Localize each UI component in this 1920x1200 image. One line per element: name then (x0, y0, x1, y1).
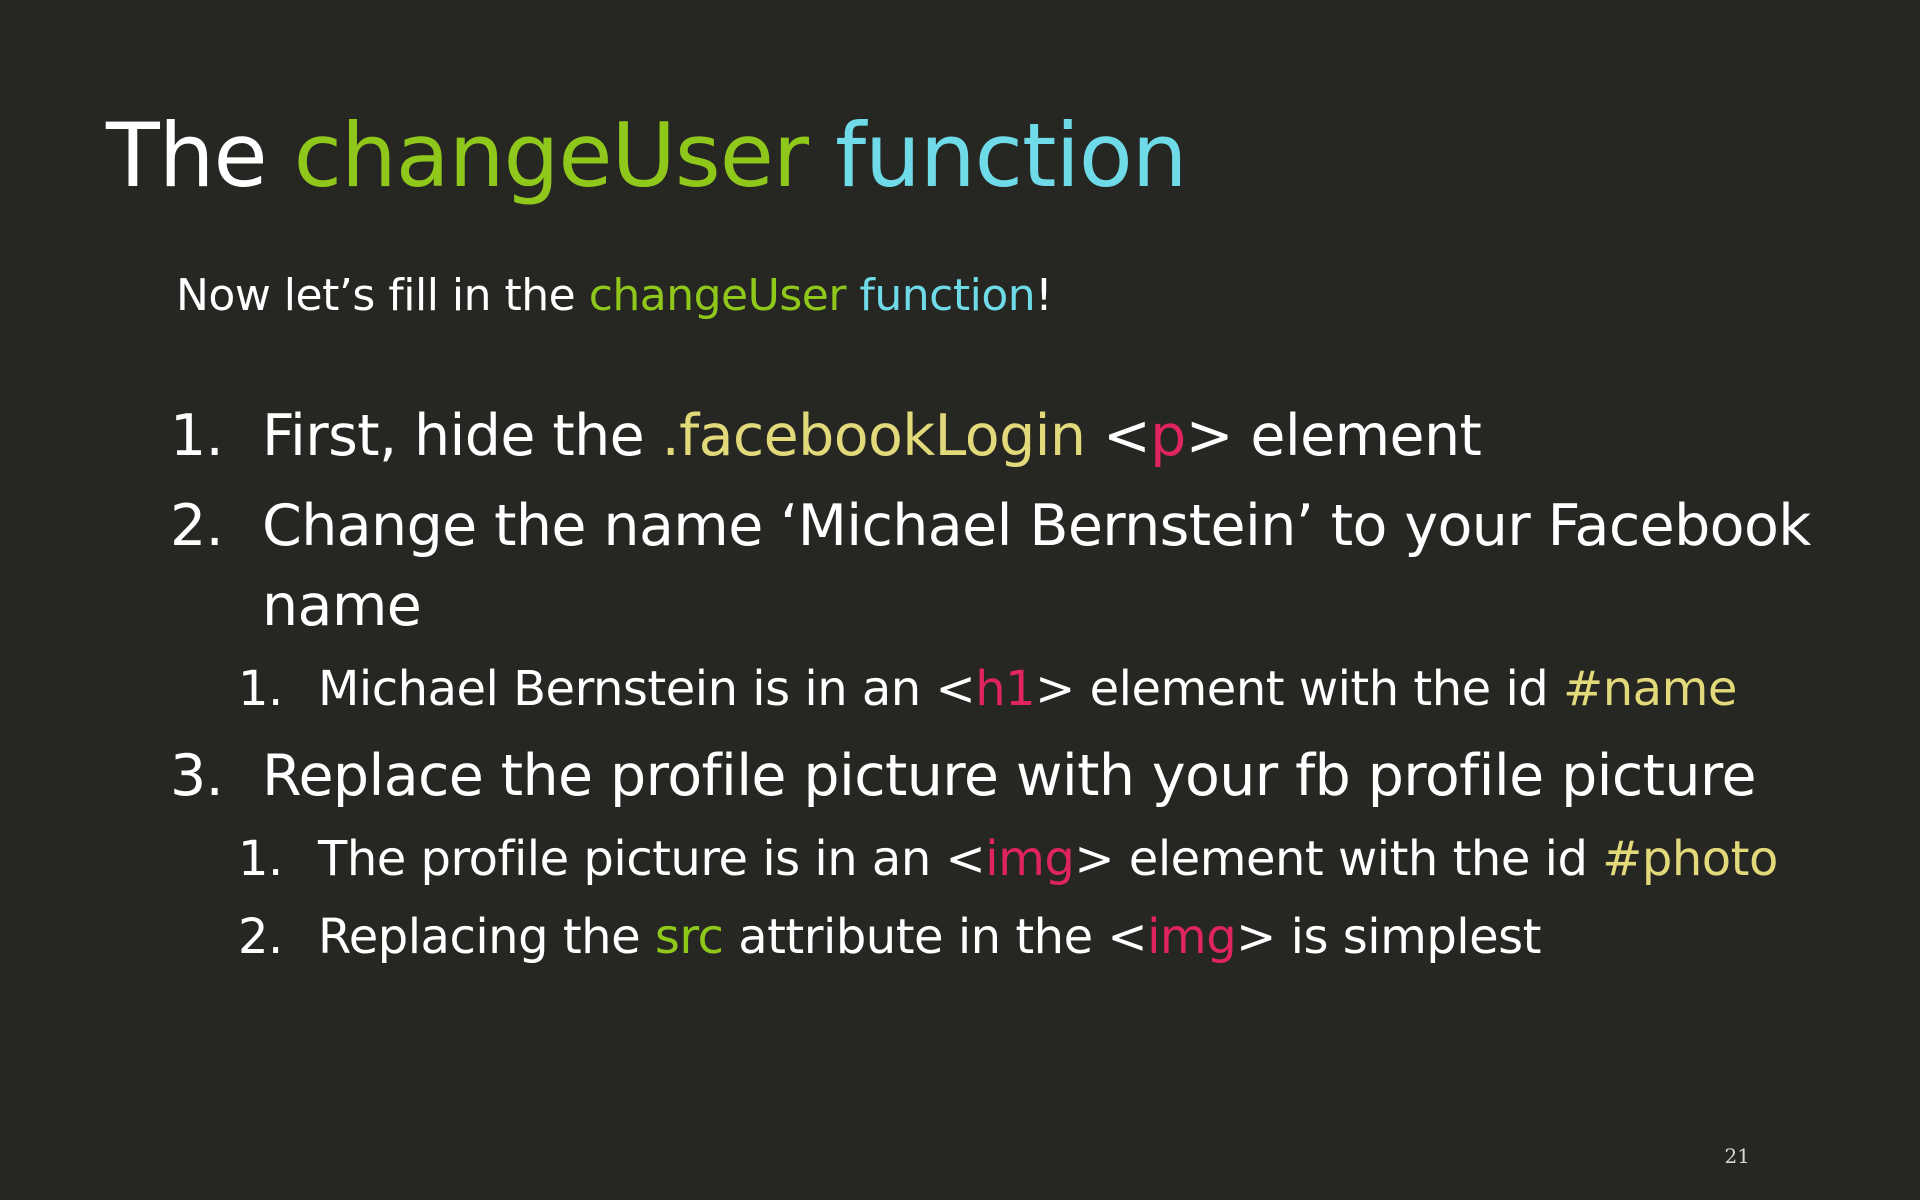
list-item-number: 3. (170, 743, 224, 809)
list-item-number: 2. (170, 493, 224, 559)
subtitle-keyword: function (859, 270, 1036, 321)
item-text-part: Replacing the (318, 909, 655, 965)
item-tag-name: img (1147, 909, 1237, 965)
title-space (808, 104, 835, 207)
list-item-text: Replace the profile picture with your fb… (262, 743, 1757, 809)
subtitle-punct: ! (1035, 270, 1053, 321)
title-function-name: changeUser (293, 104, 809, 207)
item-text-part: attribute in the < (723, 909, 1148, 965)
item-text-part: < (1085, 403, 1151, 469)
item-text-part: > element (1185, 403, 1482, 469)
title-keyword: function (835, 104, 1187, 207)
sub-list-item-text: Michael Bernstein is in an <h1> element … (318, 658, 1737, 720)
item-text-part: The profile picture is in an < (318, 831, 986, 887)
item-tag-name: img (985, 831, 1075, 887)
list-item-2-continued: name (0, 570, 1920, 642)
list-item-text: Change the name ‘Michael Bernstein’ to y… (262, 493, 1811, 559)
item-tag-name: h1 (975, 661, 1036, 717)
slide-subtitle: Now let’s fill in the changeUser functio… (176, 268, 1053, 324)
list-item-number: 1. (170, 403, 224, 469)
sub-list-item-number: 2. (238, 909, 283, 965)
title-text: The (106, 104, 294, 207)
subtitle-text: Now let’s fill in the (176, 270, 589, 321)
slide: The changeUser function Now let’s fill i… (0, 0, 1920, 1200)
sub-list-item-number: 1. (238, 661, 283, 717)
item-id-selector: #photo (1602, 831, 1778, 887)
sub-list-item-text: The profile picture is in an <img> eleme… (318, 828, 1778, 890)
item-class-selector: .facebookLogin (661, 403, 1086, 469)
subtitle-function-name: changeUser (588, 270, 847, 321)
item-id-selector: #name (1563, 661, 1737, 717)
sub-list-item-3-1: 1. The profile picture is in an <img> el… (0, 828, 1920, 890)
item-text-part: > is simplest (1236, 909, 1541, 965)
list-item-3: 3. Replace the profile picture with your… (0, 740, 1920, 812)
sub-list-item-number: 1. (238, 831, 283, 887)
list-item-1: 1. First, hide the .facebookLogin <p> el… (0, 400, 1920, 472)
list-item-2: 2. Change the name ‘Michael Bernstein’ t… (0, 490, 1920, 562)
sub-list-item-text: Replacing the src attribute in the <img>… (318, 906, 1541, 968)
item-tag-name: p (1150, 403, 1186, 469)
list-item-text: First, hide the .facebookLogin <p> eleme… (262, 400, 1482, 472)
sub-list-item-3-2: 2. Replacing the src attribute in the <i… (0, 906, 1920, 968)
slide-title: The changeUser function (106, 102, 1188, 210)
sub-list-item-2-1: 1. Michael Bernstein is in an <h1> eleme… (0, 658, 1920, 720)
subtitle-space (846, 270, 860, 321)
page-number: 21 (1724, 1144, 1750, 1168)
item-text-part: First, hide the (262, 403, 662, 469)
item-attribute-name: src (654, 909, 724, 965)
item-text-part: > element with the id (1035, 661, 1564, 717)
item-text-part: Michael Bernstein is in an < (318, 661, 976, 717)
item-text-part: > element with the id (1074, 831, 1603, 887)
list-item-text: name (262, 573, 422, 639)
